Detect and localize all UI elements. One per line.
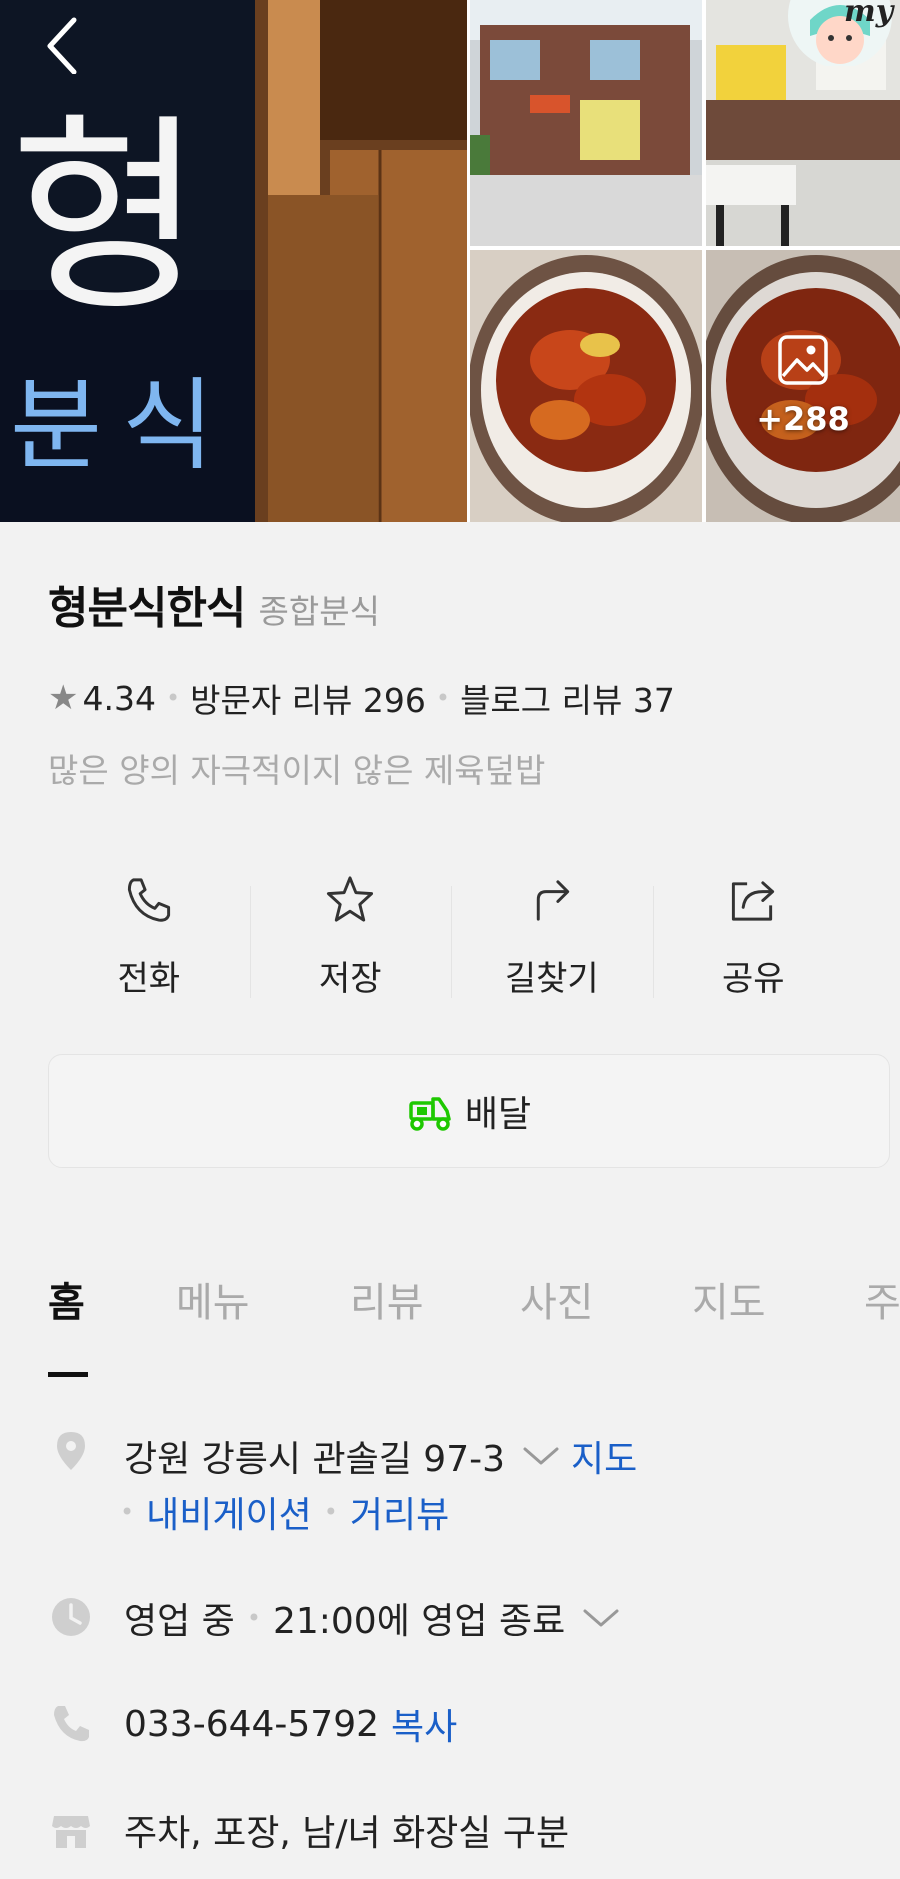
sign-text-bunsik: 분식 [10, 367, 234, 484]
place-name: 형분식한식 [48, 583, 246, 634]
share-label: 공유 [721, 959, 785, 999]
visitor-reviews-link[interactable]: 방문자 리뷰 296 [190, 674, 426, 722]
tab-photos[interactable]: 사진 [520, 1270, 594, 1328]
active-tab-indicator [48, 1372, 88, 1377]
call-button[interactable]: 전화 [48, 870, 250, 1000]
image-icon [778, 335, 828, 385]
tab-map[interactable]: 지도 [692, 1270, 766, 1328]
save-label: 저장 [318, 959, 382, 999]
phone-icon [54, 1706, 89, 1742]
separator-dot: • [246, 1604, 261, 1632]
streetview-link[interactable]: 거리뷰 [350, 1486, 449, 1538]
building-exterior-photo [470, 0, 702, 246]
chevron-down-icon[interactable] [521, 1444, 561, 1468]
more-photos-count: +288 [756, 400, 850, 438]
tab-reviews[interactable]: 리뷰 [350, 1270, 424, 1328]
photo-gallery: 형 분식 +288 my [0, 0, 900, 522]
call-label: 전화 [117, 959, 181, 999]
navigation-link[interactable]: 내비게이션 [146, 1486, 312, 1538]
closing-time: 21:00에 영업 종료 [272, 1601, 566, 1642]
place-description: 많은 양의 자극적이지 않은 제육덮밥 [48, 751, 546, 790]
open-status: 영업 중 [124, 1601, 235, 1642]
phone-line: 033-644-5792 복사 [124, 1698, 457, 1750]
section-tabs: 홈 메뉴 리뷰 사진 지도 주 [0, 1270, 900, 1380]
more-photos-button[interactable]: +288 [706, 250, 900, 522]
action-bar: 전화 저장 길찾기 공유 [48, 870, 854, 1000]
facilities-line: 주차, 포장, 남/녀 화장실 구분 [124, 1804, 569, 1856]
share-button[interactable]: 공유 [652, 870, 855, 1000]
share-icon [732, 881, 775, 921]
map-link[interactable]: 지도 [571, 1430, 637, 1482]
hours-line: 영업 중 • 21:00에 영업 종료 [124, 1592, 621, 1644]
my-avatar-button[interactable]: my [788, 0, 894, 68]
storefront-sign-photo: 형 분식 [0, 0, 467, 522]
chevron-left-icon [47, 17, 77, 75]
directions-icon [536, 880, 569, 921]
delivery-scooter-icon [409, 1097, 451, 1131]
tab-home[interactable]: 홈 [48, 1270, 85, 1328]
phone-number[interactable]: 033-644-5792 [124, 1704, 379, 1745]
jeyuk-dish-photo [470, 250, 702, 522]
tab-more[interactable]: 주 [864, 1270, 900, 1328]
delivery-button[interactable]: 배달 [48, 1054, 890, 1168]
food-photo[interactable] [470, 250, 702, 522]
delivery-label: 배달 [464, 1094, 532, 1135]
blog-reviews-link[interactable]: 블로그 리뷰 37 [460, 674, 675, 722]
title-row: 형분식한식 종합분식 [48, 572, 380, 636]
copy-phone-link[interactable]: 복사 [391, 1698, 457, 1750]
separator-dot: • [165, 684, 181, 712]
phone-icon [127, 878, 170, 922]
separator-dot: • [323, 1498, 338, 1526]
chevron-down-icon[interactable] [581, 1606, 621, 1630]
directions-button[interactable]: 길찾기 [451, 870, 653, 1000]
back-button[interactable] [38, 14, 98, 75]
rating-value: 4.34 [82, 678, 156, 718]
main-photo[interactable]: 형 분식 [0, 0, 467, 522]
address-links: • 내비게이션 • 거리뷰 [120, 1486, 449, 1538]
separator-dot: • [435, 684, 451, 712]
place-category: 종합분식 [258, 592, 380, 631]
separator-dot: • [120, 1498, 135, 1526]
sign-char-hyeong: 형 [10, 95, 203, 340]
address-text: 강원 강릉시 관솔길 97-3 [124, 1439, 505, 1480]
store-icon [52, 1816, 90, 1848]
star-icon: ★ [48, 678, 79, 718]
exterior-photo[interactable] [470, 0, 702, 246]
star-outline-icon [327, 876, 374, 922]
tab-menu[interactable]: 메뉴 [176, 1270, 250, 1328]
save-button[interactable]: 저장 [249, 870, 452, 1000]
clock-icon [52, 1598, 90, 1636]
avatar-badge: my [844, 0, 894, 29]
location-pin-icon [57, 1432, 85, 1470]
directions-label: 길찾기 [504, 959, 599, 999]
place-detail-page: 형 분식 +288 my 형분식한식 종합분식 ★ 4.34 • 방문자 리뷰 … [0, 0, 900, 1879]
rating-stats: ★ 4.34 • 방문자 리뷰 296 • 블로그 리뷰 37 [48, 674, 675, 722]
facilities-text: 주차, 포장, 남/녀 화장실 구분 [124, 1813, 570, 1854]
address-line: 강원 강릉시 관솔길 97-3 지도 [124, 1430, 637, 1482]
